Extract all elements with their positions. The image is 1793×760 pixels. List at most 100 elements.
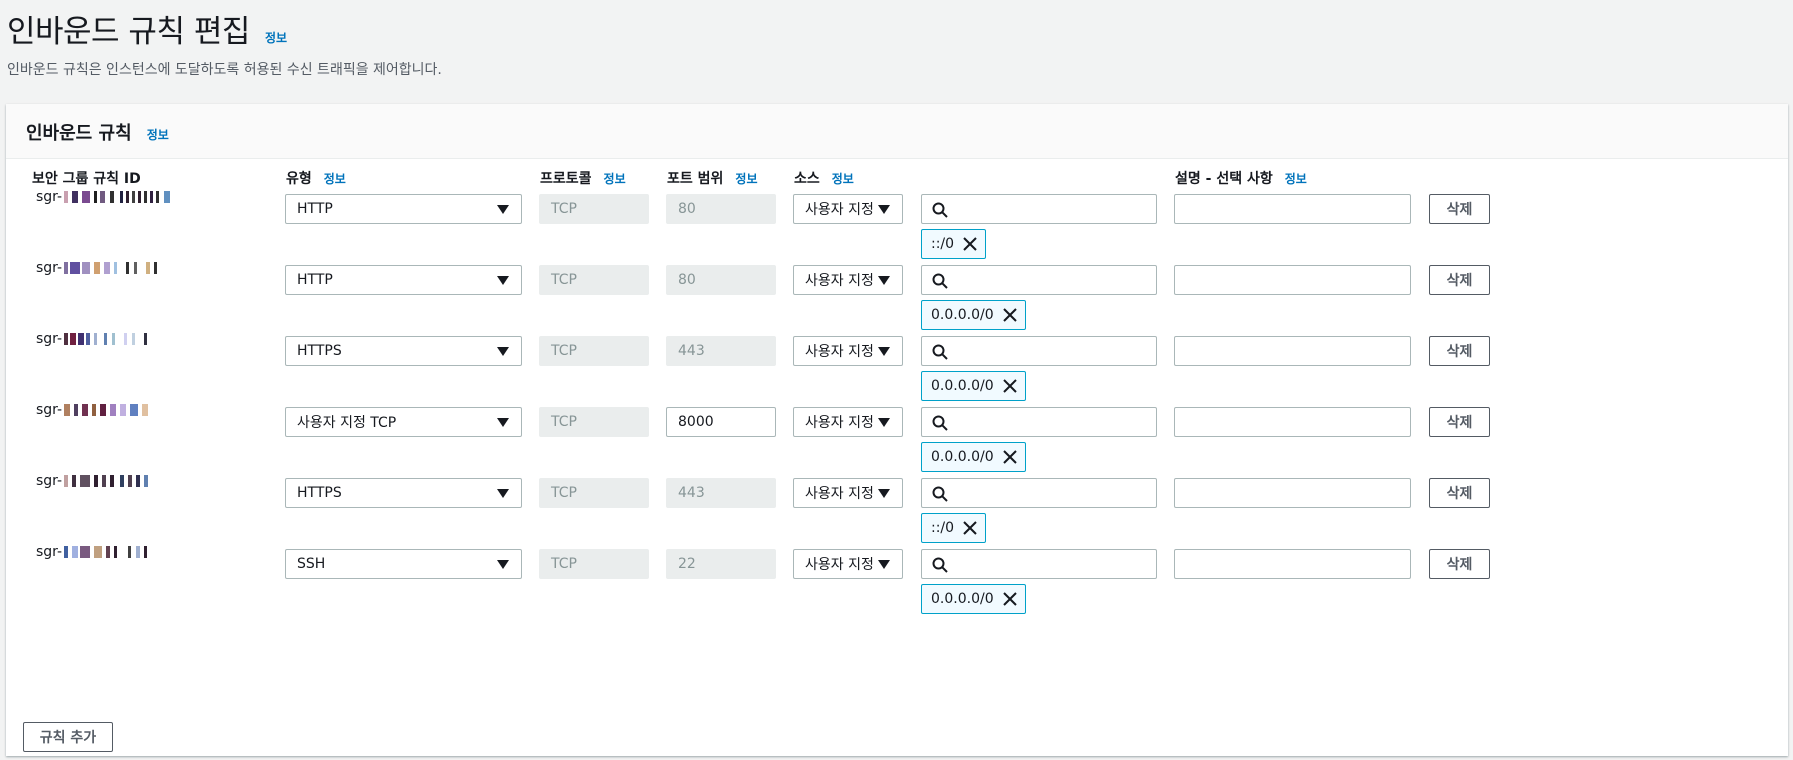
protocol-field: TCP	[539, 407, 649, 437]
page-header: 인바운드 규칙 편집 정보	[7, 6, 287, 51]
add-rule-button[interactable]: 규칙 추가	[23, 722, 113, 752]
search-icon	[932, 557, 948, 573]
source-search-input[interactable]	[921, 478, 1157, 508]
close-icon[interactable]	[1002, 308, 1017, 322]
delete-rule-button[interactable]: 삭제	[1429, 194, 1490, 224]
protocol-field: TCP	[539, 549, 649, 579]
delete-label: 삭제	[1446, 202, 1473, 218]
source-info-link[interactable]: 정보	[832, 172, 854, 186]
description-input[interactable]	[1174, 194, 1411, 224]
rule-id-prefix: sgr-	[36, 189, 63, 205]
close-icon[interactable]	[963, 521, 977, 535]
rule-id-prefix: sgr-	[36, 331, 63, 347]
description-input[interactable]	[1174, 549, 1411, 579]
column-type-label: 유형	[286, 171, 312, 187]
source-cidr-token: 0.0.0.0/0	[921, 300, 1026, 330]
rule-id-prefix: sgr-	[36, 544, 63, 560]
source-type-select[interactable]: 사용자 지정	[793, 265, 903, 295]
rule-id: sgr-	[36, 189, 192, 205]
source-search-input[interactable]	[921, 549, 1157, 579]
close-icon[interactable]	[1002, 592, 1017, 606]
source-type-select[interactable]: 사용자 지정	[793, 549, 903, 579]
close-icon[interactable]	[1002, 450, 1017, 464]
port-range-input[interactable]: 8000	[666, 407, 776, 437]
source-search-input[interactable]	[921, 407, 1157, 437]
description-input[interactable]	[1174, 336, 1411, 366]
source-search-input[interactable]	[921, 265, 1157, 295]
column-port-range-label: 포트 범위	[667, 171, 724, 187]
caret-down-icon	[878, 347, 890, 356]
caret-down-icon	[878, 276, 890, 285]
rule-id-redacted	[64, 475, 192, 487]
delete-rule-button[interactable]: 삭제	[1429, 549, 1490, 579]
page-description: 인바운드 규칙은 인스턴스에 도달하도록 허용된 수신 트래픽을 제어합니다.	[7, 62, 442, 78]
protocol-field: TCP	[539, 265, 649, 295]
type-select[interactable]: HTTP	[285, 265, 522, 295]
description-input[interactable]	[1174, 265, 1411, 295]
type-value: SSH	[297, 556, 326, 572]
rule-id: sgr-	[36, 331, 192, 347]
type-select[interactable]: SSH	[285, 549, 522, 579]
protocol-info-link[interactable]: 정보	[604, 172, 626, 186]
delete-label: 삭제	[1446, 486, 1473, 502]
caret-down-icon	[878, 418, 890, 427]
port-range-field: 80	[666, 194, 776, 224]
caret-down-icon	[878, 560, 890, 569]
description-input[interactable]	[1174, 478, 1411, 508]
type-value: HTTP	[297, 272, 333, 288]
rule-id-redacted	[64, 191, 192, 203]
protocol-value: TCP	[551, 201, 577, 217]
caret-down-icon	[497, 205, 509, 214]
description-info-link[interactable]: 정보	[1285, 172, 1307, 186]
source-cidr-token: 0.0.0.0/0	[921, 371, 1026, 401]
delete-rule-button[interactable]: 삭제	[1429, 478, 1490, 508]
panel-info-link[interactable]: 정보	[147, 128, 169, 142]
port-range-field: 443	[666, 478, 776, 508]
source-cidr-token: 0.0.0.0/0	[921, 584, 1026, 614]
delete-rule-button[interactable]: 삭제	[1429, 336, 1490, 366]
port-range-field: 22	[666, 549, 776, 579]
port-info-link[interactable]: 정보	[735, 172, 757, 186]
type-select[interactable]: HTTPS	[285, 478, 522, 508]
rule-id-prefix: sgr-	[36, 402, 63, 418]
caret-down-icon	[497, 347, 509, 356]
source-type-select[interactable]: 사용자 지정	[793, 194, 903, 224]
source-type-select[interactable]: 사용자 지정	[793, 478, 903, 508]
caret-down-icon	[497, 560, 509, 569]
source-type-select[interactable]: 사용자 지정	[793, 407, 903, 437]
type-select[interactable]: HTTPS	[285, 336, 522, 366]
source-type-value: 사용자 지정	[805, 202, 874, 218]
protocol-value: TCP	[551, 485, 577, 501]
rule-row: sgr- SSH TCP 22 사용자 지정 삭제 0.0.0.0/0	[6, 544, 1788, 630]
type-select[interactable]: HTTP	[285, 194, 522, 224]
caret-down-icon	[878, 205, 890, 214]
rule-row: sgr- HTTPS TCP 443 사용자 지정 삭제 0.0.0.0/0	[6, 331, 1788, 417]
type-info-link[interactable]: 정보	[324, 172, 346, 186]
rule-id-redacted	[64, 333, 192, 345]
source-search-input[interactable]	[921, 194, 1157, 224]
type-select[interactable]: 사용자 지정 TCP	[285, 407, 522, 437]
delete-rule-button[interactable]: 삭제	[1429, 407, 1490, 437]
source-type-value: 사용자 지정	[805, 557, 874, 573]
source-type-value: 사용자 지정	[805, 486, 874, 502]
type-value: HTTP	[297, 201, 333, 217]
protocol-value: TCP	[551, 414, 577, 430]
protocol-value: TCP	[551, 272, 577, 288]
column-source: 소스 정보	[794, 168, 854, 188]
source-search-input[interactable]	[921, 336, 1157, 366]
close-icon[interactable]	[963, 237, 977, 251]
delete-rule-button[interactable]: 삭제	[1429, 265, 1490, 295]
source-type-value: 사용자 지정	[805, 415, 874, 431]
description-input[interactable]	[1174, 407, 1411, 437]
close-icon[interactable]	[1002, 379, 1017, 393]
source-type-select[interactable]: 사용자 지정	[793, 336, 903, 366]
panel-title: 인바운드 규칙	[26, 123, 132, 144]
type-value: HTTPS	[297, 343, 342, 359]
column-protocol-label: 프로토콜	[540, 171, 592, 187]
type-value: HTTPS	[297, 485, 342, 501]
protocol-value: TCP	[551, 556, 577, 572]
rule-id-redacted	[64, 546, 192, 558]
column-source-label: 소스	[794, 171, 820, 187]
rule-id: sgr-	[36, 402, 192, 418]
page-info-link[interactable]: 정보	[265, 31, 287, 45]
